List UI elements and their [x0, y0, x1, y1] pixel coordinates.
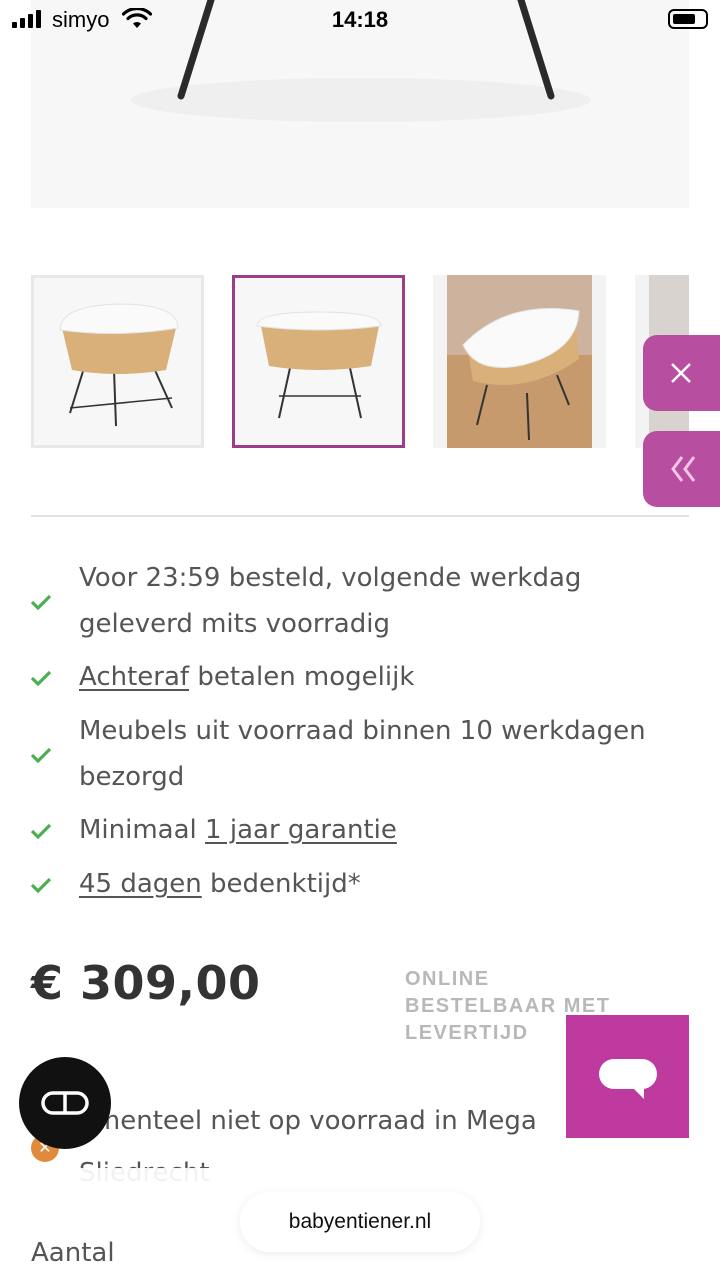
usp-item: Minimaal 1 jaar garantie: [30, 807, 670, 853]
usp-item: Achteraf betalen mogelijk: [30, 654, 670, 700]
usp-item: Meubels uit voorraad binnen 10 werkdagen…: [30, 708, 670, 800]
check-icon: [30, 670, 52, 687]
close-icon: [671, 363, 691, 383]
thumbnail-1[interactable]: [31, 275, 204, 448]
return-period-link[interactable]: 45 dagen: [79, 869, 202, 899]
check-icon: [30, 823, 52, 840]
status-bar: simyo 14:18: [0, 0, 720, 40]
store-stock-line-1: omenteel niet op voorraad in Mega: [79, 1106, 537, 1136]
usp-text: Voor 23:59 besteld, volgende werkdag gel…: [79, 563, 582, 639]
close-side-panel-button[interactable]: [643, 335, 720, 411]
usp-text-rest: betalen mogelijk: [189, 662, 415, 692]
check-icon: [30, 877, 52, 894]
address-bar[interactable]: babyentiener.nl: [240, 1192, 480, 1252]
warranty-link[interactable]: 1 jaar garantie: [205, 815, 397, 845]
battery-icon: [668, 9, 708, 29]
usp-item: Voor 23:59 besteld, volgende werkdag gel…: [30, 555, 670, 647]
divider: [31, 515, 689, 517]
chat-bubble-icon: [599, 1059, 657, 1089]
usp-text-rest: bedenktijd*: [201, 869, 361, 899]
thumbnail-3[interactable]: [433, 275, 606, 448]
chat-button[interactable]: [566, 1015, 689, 1138]
thumbnail-2-selected[interactable]: [232, 275, 405, 448]
quantity-label: Aantal: [31, 1238, 115, 1268]
double-chevron-left-icon: [671, 456, 696, 482]
check-icon: [30, 594, 52, 611]
usp-text: Achteraf betalen mogelijk: [79, 654, 679, 700]
toggle-icon: [41, 1091, 89, 1115]
expand-side-panel-button[interactable]: [643, 431, 720, 507]
usp-text: Minimaal 1 jaar garantie: [79, 807, 679, 853]
usp-item: 45 dagen bedenktijd*: [30, 861, 670, 907]
check-icon: [30, 747, 52, 764]
thumbnail-strip: [0, 275, 720, 448]
chat-bubble-tail: [632, 1087, 644, 1099]
product-price: € 309,00: [31, 956, 261, 1010]
usp-text-prefix: Minimaal: [79, 815, 206, 845]
accessibility-toggle-button[interactable]: [19, 1057, 111, 1149]
afterpay-link[interactable]: Achteraf: [79, 662, 189, 692]
usp-text: 45 dagen bedenktijd*: [79, 861, 679, 907]
usp-text: Meubels uit voorraad binnen 10 werkdagen…: [79, 716, 646, 792]
clock: 14:18: [331, 7, 389, 32]
